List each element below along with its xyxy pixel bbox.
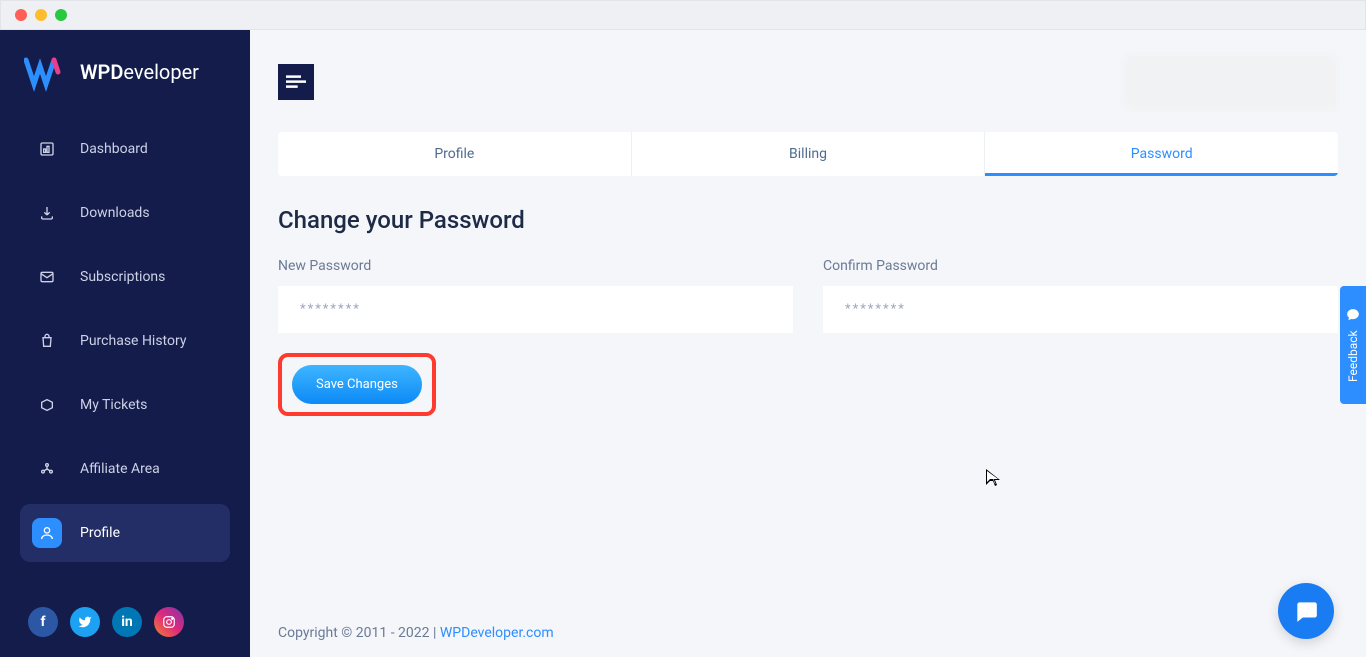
sidebar-item-label: Affiliate Area — [80, 461, 160, 477]
menu-toggle-button[interactable] — [278, 64, 314, 100]
facebook-link[interactable]: f — [28, 607, 58, 637]
sidebar-item-label: My Tickets — [80, 397, 147, 413]
new-password-label: New Password — [278, 258, 793, 274]
window-maximize-icon[interactable] — [55, 9, 67, 21]
user-icon — [32, 518, 62, 548]
menu-icon — [286, 73, 306, 91]
main-content: Profile Billing Password Change your Pas… — [250, 30, 1366, 657]
affiliate-icon — [32, 454, 62, 484]
mail-icon — [32, 262, 62, 292]
social-links: f in — [0, 587, 250, 637]
sidebar: WPDeveloper Dashboard Downloads Subscrip… — [0, 30, 250, 657]
highlight-annotation: Save Changes — [278, 353, 436, 416]
dashboard-icon — [32, 134, 62, 164]
tab-profile[interactable]: Profile — [278, 132, 632, 176]
save-changes-button[interactable]: Save Changes — [292, 365, 422, 404]
account-menu[interactable] — [1123, 54, 1338, 110]
twitter-link[interactable] — [70, 607, 100, 637]
sidebar-item-dashboard[interactable]: Dashboard — [20, 120, 230, 178]
sidebar-item-downloads[interactable]: Downloads — [20, 184, 230, 242]
tab-billing[interactable]: Billing — [632, 132, 986, 176]
window-close-icon[interactable] — [15, 9, 27, 21]
sidebar-item-profile[interactable]: Profile — [20, 504, 230, 562]
page-title: Change your Password — [278, 206, 1338, 234]
brand-logo[interactable]: WPDeveloper — [0, 52, 250, 120]
footer-link[interactable]: WPDeveloper.com — [440, 625, 554, 641]
brand-name: WPDeveloper — [80, 60, 199, 84]
bag-icon — [32, 326, 62, 356]
window-titlebar — [0, 0, 1366, 30]
new-password-input[interactable] — [278, 286, 793, 333]
sidebar-item-affiliate-area[interactable]: Affiliate Area — [20, 440, 230, 498]
sidebar-item-label: Purchase History — [80, 333, 186, 349]
topbar — [278, 54, 1338, 110]
sidebar-nav: Dashboard Downloads Subscriptions Purcha… — [0, 120, 250, 587]
profile-tabs: Profile Billing Password — [278, 132, 1338, 176]
footer: Copyright © 2011 - 2022 | WPDeveloper.co… — [278, 605, 1338, 657]
sidebar-item-label: Subscriptions — [80, 269, 165, 285]
confirm-password-label: Confirm Password — [823, 258, 1338, 274]
sidebar-item-label: Downloads — [80, 205, 150, 221]
linkedin-link[interactable]: in — [112, 607, 142, 637]
speech-bubble-icon — [1293, 598, 1319, 624]
sidebar-item-label: Profile — [80, 525, 120, 541]
sidebar-item-label: Dashboard — [80, 141, 148, 157]
chat-fab-button[interactable] — [1278, 583, 1334, 639]
copyright-text: Copyright © 2011 - 2022 | — [278, 625, 440, 641]
feedback-label: Feedback — [1346, 330, 1360, 382]
confirm-password-input[interactable] — [823, 286, 1338, 333]
feedback-button[interactable]: Feedback — [1340, 286, 1366, 404]
sidebar-item-my-tickets[interactable]: My Tickets — [20, 376, 230, 434]
tab-password[interactable]: Password — [985, 132, 1338, 176]
new-password-group: New Password — [278, 258, 793, 333]
sidebar-item-purchase-history[interactable]: Purchase History — [20, 312, 230, 370]
window-minimize-icon[interactable] — [35, 9, 47, 21]
password-form: New Password Confirm Password — [278, 258, 1338, 333]
download-icon — [32, 198, 62, 228]
chat-bubble-icon — [1346, 308, 1360, 322]
sidebar-item-subscriptions[interactable]: Subscriptions — [20, 248, 230, 306]
logo-mark-icon — [24, 52, 68, 92]
ticket-icon — [32, 390, 62, 420]
confirm-password-group: Confirm Password — [823, 258, 1338, 333]
instagram-link[interactable] — [154, 607, 184, 637]
